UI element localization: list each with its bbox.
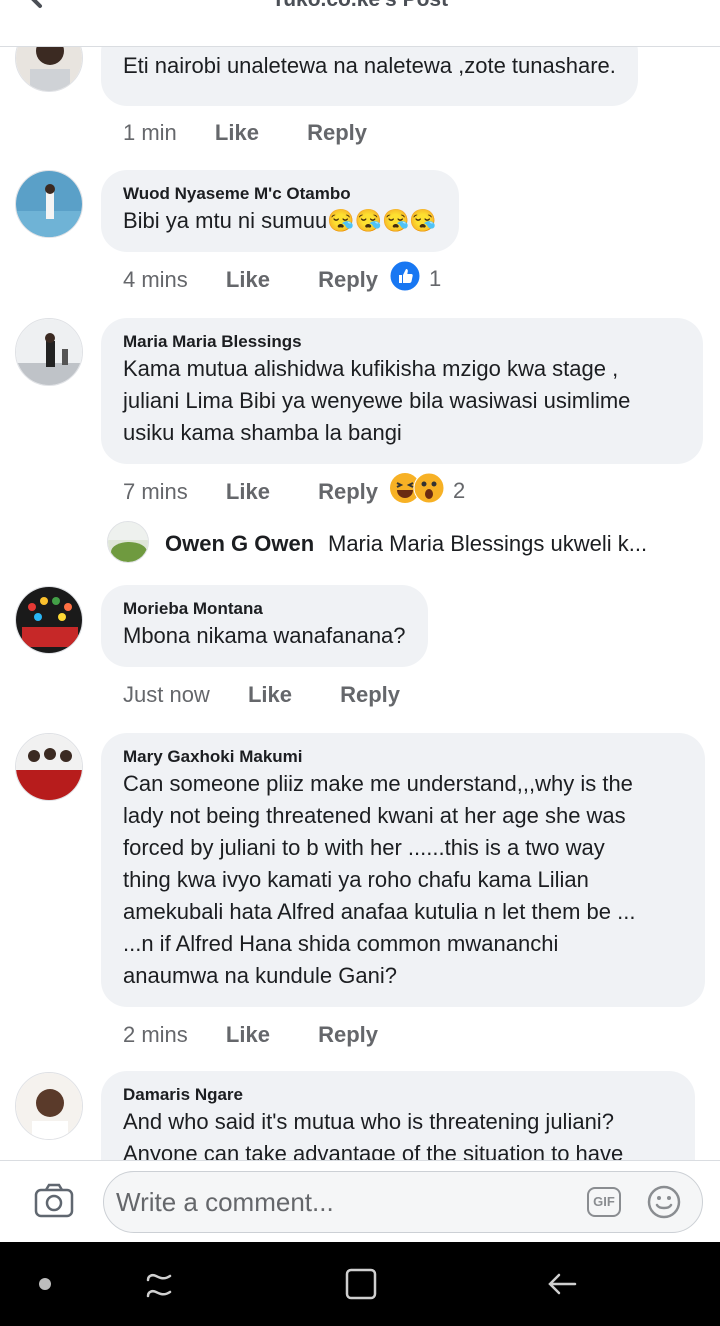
reply-button[interactable]: Reply bbox=[318, 477, 378, 507]
reply-text: Maria Maria Blessings ukweli k... bbox=[328, 531, 648, 556]
top-bar: Tuko.co.ke's Post bbox=[0, 0, 720, 47]
thumbs-up-icon bbox=[389, 260, 421, 298]
comments-feed[interactable]: Alex Murithi Eti nairobi unaletewa na na… bbox=[0, 0, 720, 1160]
page-title: Tuko.co.ke's Post bbox=[0, 0, 720, 12]
camera-icon[interactable] bbox=[34, 1183, 74, 1219]
comment-input[interactable]: Write a comment... GIF bbox=[103, 1171, 703, 1233]
like-button[interactable]: Like bbox=[215, 118, 259, 148]
avatar[interactable] bbox=[15, 170, 83, 238]
avatar[interactable] bbox=[15, 1072, 83, 1140]
avatar[interactable] bbox=[15, 318, 83, 386]
dot-icon bbox=[39, 1278, 51, 1290]
gif-button[interactable]: GIF bbox=[587, 1187, 621, 1217]
like-button[interactable]: Like bbox=[226, 265, 270, 295]
reply-button[interactable]: Reply bbox=[318, 1020, 378, 1050]
avatar[interactable] bbox=[15, 586, 83, 654]
comment-actions: 2 mins Like Reply bbox=[123, 1020, 378, 1050]
comment-text: Bibi ya mtu ni sumuu😪😪😪😪 bbox=[123, 208, 437, 233]
comment-text: Kama mutua alishidwa kufikisha mzigo kwa… bbox=[123, 356, 631, 445]
comment-text: Can someone pliiz make me understand,,,w… bbox=[123, 771, 636, 988]
reaction-count: 1 bbox=[429, 266, 442, 291]
reply-button[interactable]: Reply bbox=[340, 680, 400, 710]
reply-button[interactable]: Reply bbox=[318, 265, 378, 295]
reaction-count: 2 bbox=[453, 478, 466, 503]
reply-button[interactable]: Reply bbox=[307, 118, 367, 148]
like-button[interactable]: Like bbox=[226, 477, 270, 507]
comment-time[interactable]: Just now bbox=[123, 680, 210, 710]
comment-bubble[interactable]: Maria Maria Blessings Kama mutua alishid… bbox=[101, 318, 703, 464]
comment-text: Mbona nikama wanafanana? bbox=[123, 623, 406, 648]
comment-time[interactable]: 7 mins bbox=[123, 477, 188, 507]
comment-author[interactable]: Damaris Ngare bbox=[123, 1084, 673, 1106]
system-nav-bar bbox=[0, 1242, 720, 1326]
comment-actions: 7 mins Like Reply bbox=[123, 477, 378, 507]
wow-icon bbox=[413, 472, 445, 510]
emoji-icon[interactable] bbox=[647, 1185, 681, 1219]
comment-composer: Write a comment... GIF bbox=[0, 1160, 720, 1243]
comment-author[interactable]: Mary Gaxhoki Makumi bbox=[123, 746, 683, 768]
comment-author[interactable]: Wuod Nyaseme M'c Otambo bbox=[123, 183, 437, 205]
comment-input-placeholder: Write a comment... bbox=[116, 1187, 334, 1217]
like-button[interactable]: Like bbox=[226, 1020, 270, 1050]
comment-author[interactable]: Maria Maria Blessings bbox=[123, 331, 681, 353]
reply-author[interactable]: Owen G Owen bbox=[165, 531, 314, 557]
comment-time[interactable]: 1 min bbox=[123, 118, 177, 148]
comment-bubble[interactable]: Damaris Ngare And who said it's mutua wh… bbox=[101, 1071, 695, 1160]
comment-time[interactable]: 2 mins bbox=[123, 1020, 188, 1050]
comment-text: And who said it's mutua who is threateni… bbox=[123, 1109, 624, 1160]
back-icon[interactable] bbox=[545, 1266, 581, 1307]
reaction-summary[interactable]: 1 bbox=[389, 260, 441, 298]
comment-author[interactable]: Morieba Montana bbox=[123, 598, 406, 620]
reply-avatar[interactable] bbox=[107, 521, 149, 563]
comment-time[interactable]: 4 mins bbox=[123, 265, 188, 295]
comment-bubble[interactable]: Wuod Nyaseme M'c Otambo Bibi ya mtu ni s… bbox=[101, 170, 459, 252]
avatar[interactable] bbox=[15, 733, 83, 801]
reply-preview[interactable]: Owen G Owen Maria Maria Blessings ukweli… bbox=[107, 521, 707, 565]
comment-actions: 1 min Like Reply bbox=[123, 118, 367, 148]
reaction-summary[interactable]: 2 bbox=[389, 472, 465, 510]
recent-apps-icon[interactable] bbox=[142, 1266, 178, 1307]
home-icon[interactable] bbox=[343, 1266, 379, 1307]
like-button[interactable]: Like bbox=[248, 680, 292, 710]
comment-bubble[interactable]: Morieba Montana Mbona nikama wanafanana? bbox=[101, 585, 428, 667]
comment-actions: Just now Like Reply bbox=[123, 680, 400, 710]
comment-bubble[interactable]: Mary Gaxhoki Makumi Can someone pliiz ma… bbox=[101, 733, 705, 1007]
comment-actions: 4 mins Like Reply bbox=[123, 265, 378, 295]
comment-text: Eti nairobi unaletewa na naletewa ,zote … bbox=[123, 53, 616, 78]
